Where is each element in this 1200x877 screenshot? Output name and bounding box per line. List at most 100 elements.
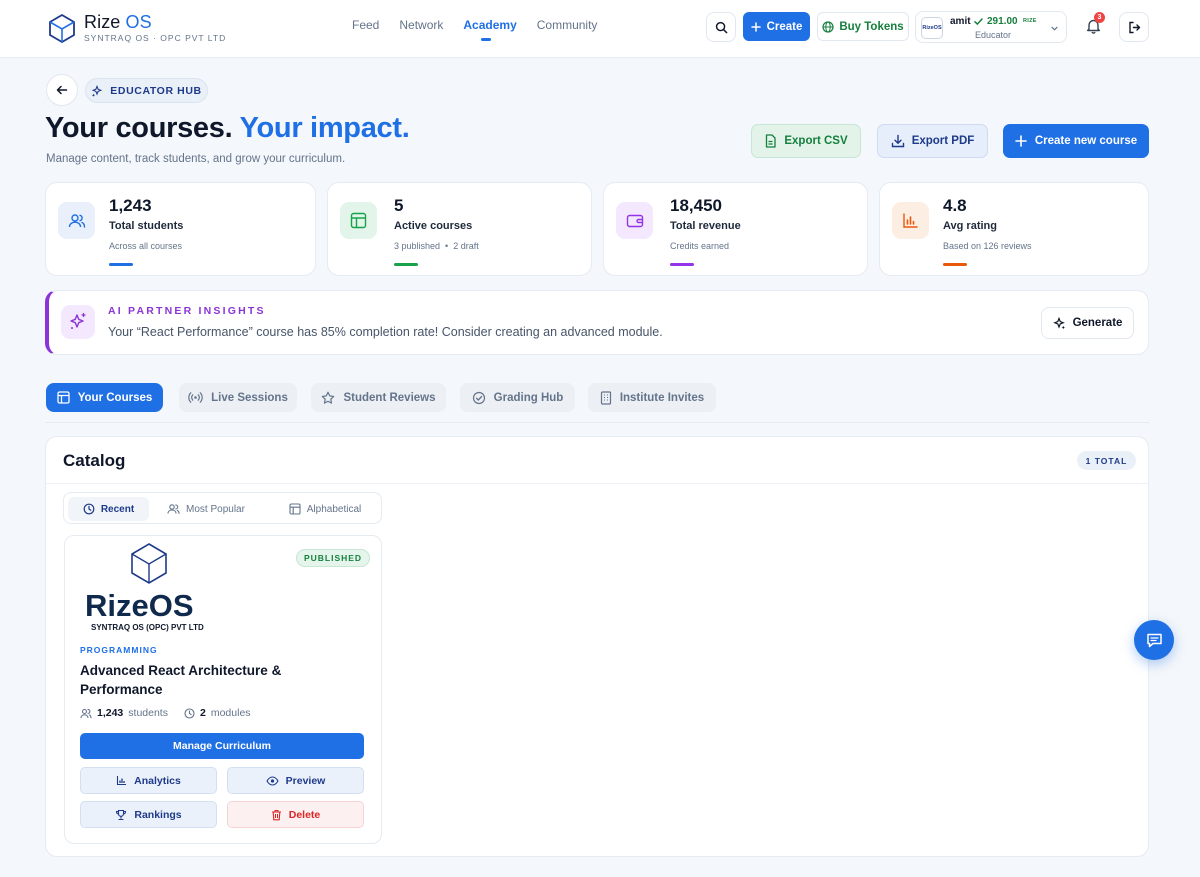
tab-label: Your Courses <box>77 391 153 404</box>
catalog-divider <box>46 483 1148 484</box>
tab-institute-invites[interactable]: Institute Invites <box>588 383 716 412</box>
tab-label: Live Sessions <box>211 391 288 404</box>
create-new-course-button[interactable]: Create new course <box>1003 124 1149 158</box>
analytics-button[interactable]: Analytics <box>80 767 217 794</box>
sort-most-popular[interactable]: Most Popular <box>156 497 256 521</box>
trash-icon <box>271 809 281 820</box>
create-label: Create <box>766 20 803 33</box>
tab-student-reviews[interactable]: Student Reviews <box>311 383 446 412</box>
tab-grading-hub[interactable]: Grading Hub <box>460 383 575 412</box>
stat-subtext: Credits earned <box>670 241 730 251</box>
sparkle-icon <box>92 84 103 97</box>
sparkle-icon <box>70 312 86 329</box>
arrow-left-icon <box>56 85 68 95</box>
stat-label: Total students <box>109 220 184 232</box>
sparkle-icon <box>1052 316 1065 329</box>
course-students-meta: 1,243 students <box>80 707 168 719</box>
page-title: Your courses. Your impact. <box>45 112 410 145</box>
check-circle-icon <box>472 391 485 404</box>
ai-insights-panel: AI PARTNER INSIGHTS Your “React Performa… <box>45 290 1149 355</box>
chevron-down-icon <box>1051 26 1058 31</box>
create-button[interactable]: Create <box>743 12 810 41</box>
brand-logo[interactable]: Rize OS SYNTRAQ OS · OPC PVT LTD <box>48 13 226 43</box>
course-title[interactable]: Advanced React Architecture & Performanc… <box>80 661 320 699</box>
modules-label: modules <box>210 707 251 719</box>
delete-label: Delete <box>288 808 321 821</box>
stat-value: 18,450 <box>670 196 722 215</box>
export-csv-button[interactable]: Export CSV <box>751 124 861 158</box>
delete-button[interactable]: Delete <box>227 801 364 828</box>
search-button[interactable] <box>706 12 736 42</box>
page-title-part1: Your courses. <box>45 112 233 144</box>
sort-toggle-group: Recent Most Popular Alphabetical <box>63 492 382 524</box>
preview-button[interactable]: Preview <box>227 767 364 794</box>
chat-fab-button[interactable] <box>1134 620 1174 660</box>
stat-icon-box <box>892 202 929 239</box>
verified-check-icon <box>974 18 983 26</box>
plus-icon <box>750 21 761 32</box>
sort-label: Alphabetical <box>306 503 362 515</box>
brand-name: Rize OS <box>84 12 152 32</box>
export-pdf-button[interactable]: Export PDF <box>877 124 988 158</box>
rankings-label: Rankings <box>134 808 182 821</box>
user-name: amit <box>950 16 971 27</box>
generate-button[interactable]: Generate <box>1041 307 1134 339</box>
clock-icon <box>184 707 195 719</box>
eye-icon <box>266 775 279 786</box>
manage-curriculum-button[interactable]: Manage Curriculum <box>80 733 364 759</box>
user-menu[interactable]: RizeOS amit 291.00 RIZE Educator <box>915 11 1067 43</box>
generate-label: Generate <box>1072 317 1123 329</box>
top-navbar: Rize OS SYNTRAQ OS · OPC PVT LTD Feed Ne… <box>0 0 1200 58</box>
users-icon <box>68 213 85 228</box>
stat-card-rating: 4.8 Avg rating Based on 126 reviews <box>879 182 1149 276</box>
nav-feed[interactable]: Feed <box>352 18 379 32</box>
ai-insights-text: Your “React Performance” course has 85% … <box>108 325 663 339</box>
stat-accent-bar <box>394 263 418 266</box>
modules-count: 2 <box>200 707 206 719</box>
back-button[interactable] <box>46 74 78 106</box>
tab-label: Grading Hub <box>493 391 564 404</box>
stat-accent-bar <box>943 263 967 266</box>
tab-label: Student Reviews <box>343 391 436 404</box>
logo-subtitle: SYNTRAQ OS (OPC) PVT LTD <box>91 623 204 632</box>
stat-subtext: Based on 126 reviews <box>943 241 1032 251</box>
students-label: students <box>128 707 168 719</box>
stat-card-courses: 5 Active courses 3 published • 2 draft <box>327 182 592 276</box>
nav-network[interactable]: Network <box>399 18 443 32</box>
students-count: 1,243 <box>97 707 124 719</box>
analytics-label: Analytics <box>134 774 181 787</box>
tabs-divider <box>45 422 1149 423</box>
stat-label: Total revenue <box>670 220 741 232</box>
sort-recent[interactable]: Recent <box>68 497 149 521</box>
avatar: RizeOS <box>921 17 943 39</box>
ai-icon-box <box>61 305 95 339</box>
catalog-total-badge: 1 TOTAL <box>1077 451 1136 470</box>
globe-icon <box>822 20 834 33</box>
search-icon <box>715 21 727 33</box>
download-icon <box>891 134 904 148</box>
catalog-title: Catalog <box>63 451 126 470</box>
hexagon-logo-icon <box>49 13 75 43</box>
page-title-part2: Your impact. <box>239 112 410 144</box>
sort-alphabetical[interactable]: Alphabetical <box>274 497 376 521</box>
plus-icon <box>1015 135 1027 147</box>
nav-community[interactable]: Community <box>537 18 598 32</box>
user-role: Educator <box>975 30 1012 40</box>
notification-count-badge: 3 <box>1094 12 1105 23</box>
logout-button[interactable] <box>1119 12 1149 42</box>
stat-label: Avg rating <box>943 220 997 232</box>
stat-icon-box <box>616 202 653 239</box>
stat-icon-box <box>340 202 377 239</box>
educator-hub-badge: EDUCATOR HUB <box>85 78 208 103</box>
tab-live-sessions[interactable]: Live Sessions <box>179 383 297 412</box>
rankings-button[interactable]: Rankings <box>80 801 217 828</box>
bar-chart-icon <box>903 213 918 228</box>
buy-tokens-label: Buy Tokens <box>839 20 904 33</box>
tab-your-courses[interactable]: Your Courses <box>46 383 163 412</box>
course-card[interactable]: RizeOS SYNTRAQ OS (OPC) PVT LTD PUBLISHE… <box>64 535 382 844</box>
nav-academy[interactable]: Academy <box>463 18 517 41</box>
stat-value: 4.8 <box>943 196 967 215</box>
buy-tokens-button[interactable]: Buy Tokens <box>817 12 909 41</box>
stat-value: 1,243 <box>109 196 152 215</box>
stat-value: 5 <box>394 196 404 215</box>
